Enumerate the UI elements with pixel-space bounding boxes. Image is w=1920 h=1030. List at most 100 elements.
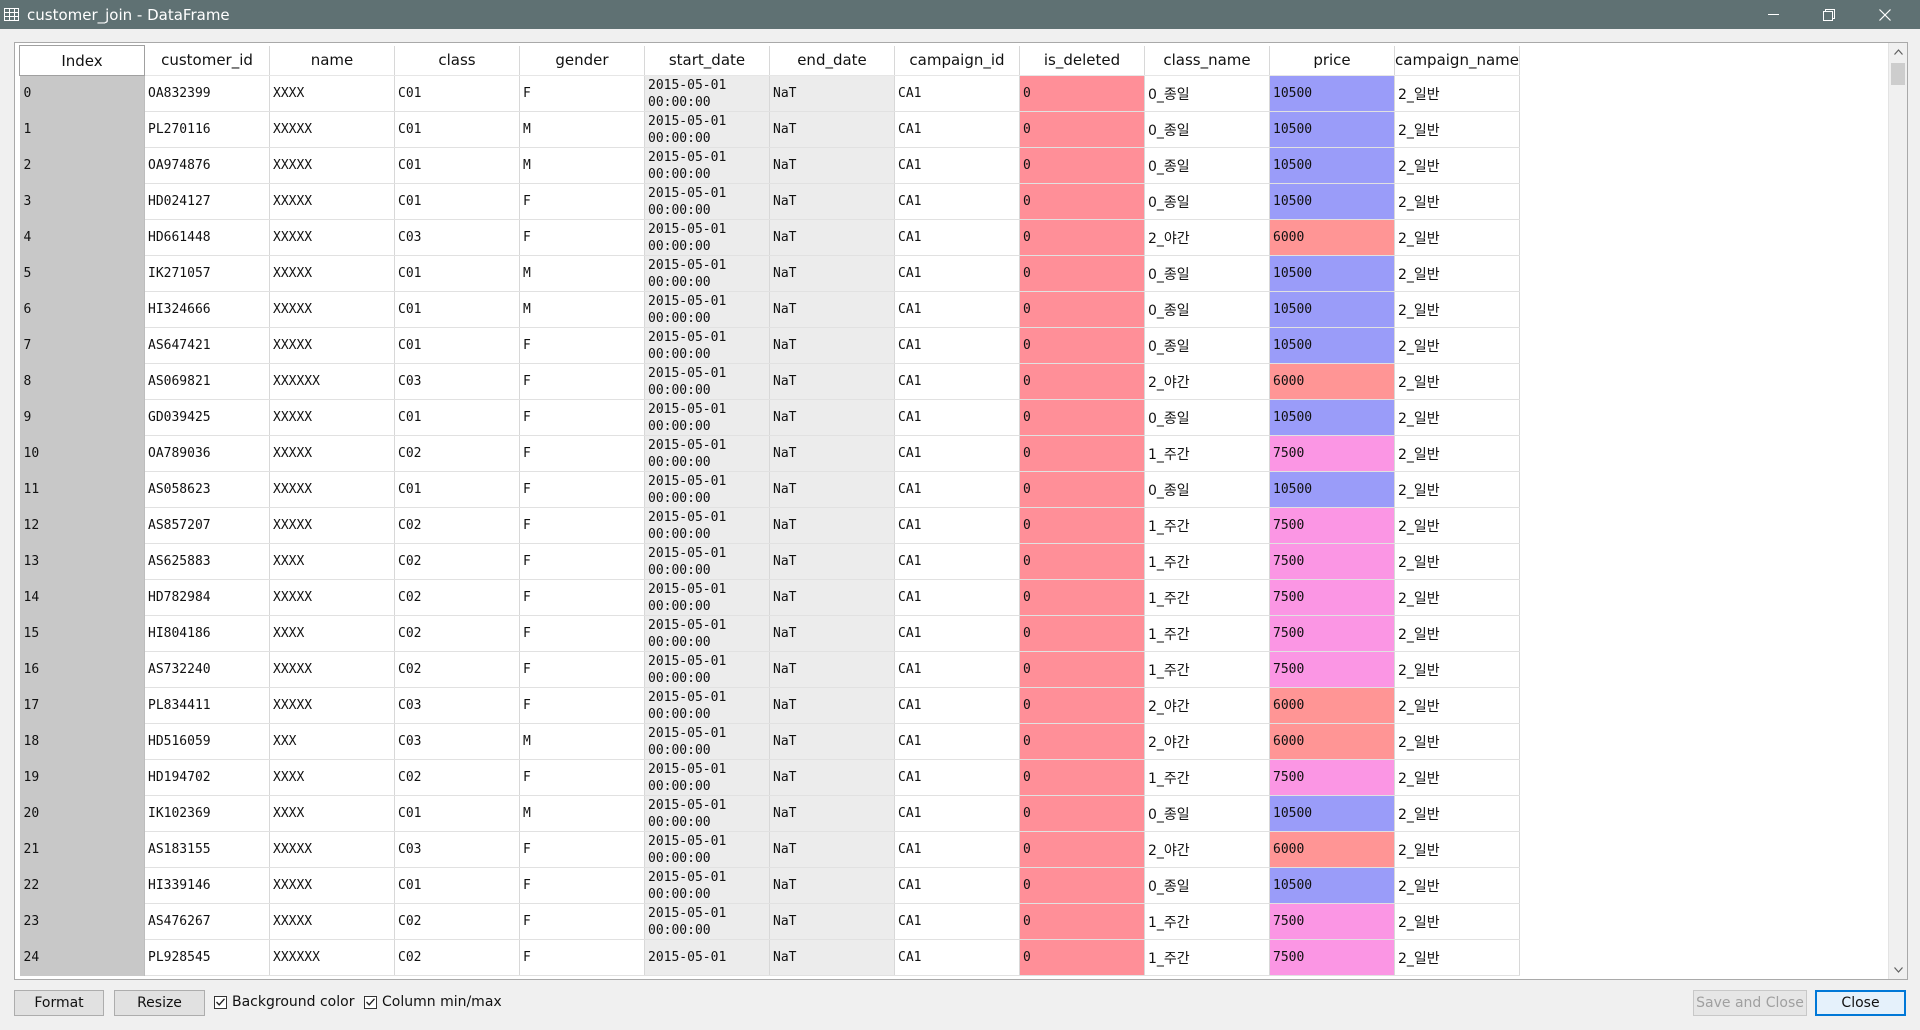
cell-index[interactable]: 17: [19, 687, 145, 724]
cell-index[interactable]: 22: [19, 867, 145, 904]
cell-customer-id[interactable]: IK102369: [144, 795, 270, 832]
cell-customer-id[interactable]: IK271057: [144, 255, 270, 292]
cell-is-deleted[interactable]: 0: [1019, 543, 1145, 580]
column-header-is-deleted[interactable]: is_deleted: [1019, 45, 1145, 76]
cell-class[interactable]: C02: [394, 939, 520, 976]
cell-end-date[interactable]: NaT: [769, 939, 895, 976]
cell-gender[interactable]: F: [519, 759, 645, 796]
scroll-down-arrow[interactable]: [1889, 961, 1907, 979]
cell-start-date[interactable]: 2015-05-01 00:00:00: [644, 723, 770, 760]
cell-campaign-name[interactable]: 2_일반: [1394, 831, 1520, 868]
cell-name[interactable]: XXXXX: [269, 831, 395, 868]
cell-index[interactable]: 23: [19, 903, 145, 940]
cell-campaign-id[interactable]: CA1: [894, 363, 1020, 400]
scroll-up-arrow[interactable]: [1889, 43, 1907, 61]
cell-start-date[interactable]: 2015-05-01 00:00:00: [644, 291, 770, 328]
cell-is-deleted[interactable]: 0: [1019, 183, 1145, 220]
cell-campaign-id[interactable]: CA1: [894, 651, 1020, 688]
cell-gender[interactable]: F: [519, 939, 645, 976]
cell-name[interactable]: XXXXXX: [269, 939, 395, 976]
cell-end-date[interactable]: NaT: [769, 615, 895, 652]
cell-name[interactable]: XXXX: [269, 759, 395, 796]
cell-class[interactable]: C02: [394, 903, 520, 940]
cell-end-date[interactable]: NaT: [769, 435, 895, 472]
cell-campaign-id[interactable]: CA1: [894, 471, 1020, 508]
column-minmax-checkbox[interactable]: Column min/max: [364, 994, 502, 1010]
cell-end-date[interactable]: NaT: [769, 759, 895, 796]
cell-name[interactable]: XXXX: [269, 543, 395, 580]
cell-is-deleted[interactable]: 0: [1019, 939, 1145, 976]
cell-gender[interactable]: F: [519, 363, 645, 400]
cell-price[interactable]: 10500: [1269, 255, 1395, 292]
cell-class[interactable]: C01: [394, 795, 520, 832]
table-row[interactable]: 14 HD782984 XXXXX C02 F 2015-05-01 00:00:00 Na…: [19, 579, 1520, 616]
cell-campaign-id[interactable]: CA1: [894, 147, 1020, 184]
cell-price[interactable]: 10500: [1269, 147, 1395, 184]
cell-customer-id[interactable]: HD782984: [144, 579, 270, 616]
cell-start-date[interactable]: 2015-05-01 00:00:00: [644, 255, 770, 292]
cell-index[interactable]: 15: [19, 615, 145, 652]
cell-class-name[interactable]: 2_야간: [1144, 363, 1270, 400]
cell-gender[interactable]: M: [519, 255, 645, 292]
cell-customer-id[interactable]: AS183155: [144, 831, 270, 868]
cell-campaign-id[interactable]: CA1: [894, 507, 1020, 544]
table-row[interactable]: 3 HD024127 XXXXX C01 F 2015-05-01 00:00:00 NaT…: [19, 183, 1520, 220]
cell-index[interactable]: 21: [19, 831, 145, 868]
cell-price[interactable]: 10500: [1269, 867, 1395, 904]
cell-start-date[interactable]: 2015-05-01 00:00:00: [644, 651, 770, 688]
cell-end-date[interactable]: NaT: [769, 687, 895, 724]
cell-name[interactable]: XXXXX: [269, 291, 395, 328]
cell-is-deleted[interactable]: 0: [1019, 327, 1145, 364]
table-row[interactable]: 20 IK102369 XXXX C01 M 2015-05-01 00:00:00 NaT…: [19, 795, 1520, 832]
format-button[interactable]: Format: [14, 990, 104, 1016]
cell-class-name[interactable]: 0_종일: [1144, 327, 1270, 364]
cell-is-deleted[interactable]: 0: [1019, 831, 1145, 868]
cell-class-name[interactable]: 1_주간: [1144, 759, 1270, 796]
table-row[interactable]: 15 HI804186 XXXX C02 F 2015-05-01 00:00:00 NaT…: [19, 615, 1520, 652]
cell-campaign-id[interactable]: CA1: [894, 831, 1020, 868]
cell-index[interactable]: 7: [19, 327, 145, 364]
cell-name[interactable]: XXXXX: [269, 327, 395, 364]
cell-customer-id[interactable]: AS476267: [144, 903, 270, 940]
cell-index[interactable]: 4: [19, 219, 145, 256]
cell-customer-id[interactable]: PL834411: [144, 687, 270, 724]
cell-class-name[interactable]: 0_종일: [1144, 291, 1270, 328]
cell-index[interactable]: 14: [19, 579, 145, 616]
cell-gender[interactable]: F: [519, 219, 645, 256]
background-color-checkbox[interactable]: Background color: [214, 994, 354, 1010]
cell-start-date[interactable]: 2015-05-01 00:00:00: [644, 363, 770, 400]
cell-is-deleted[interactable]: 0: [1019, 147, 1145, 184]
cell-end-date[interactable]: NaT: [769, 291, 895, 328]
cell-customer-id[interactable]: OA974876: [144, 147, 270, 184]
cell-start-date[interactable]: 2015-05-01 00:00:00: [644, 219, 770, 256]
cell-gender[interactable]: M: [519, 723, 645, 760]
cell-index[interactable]: 3: [19, 183, 145, 220]
cell-campaign-name[interactable]: 2_일반: [1394, 507, 1520, 544]
table-row[interactable]: 4 HD661448 XXXXX C03 F 2015-05-01 00:00:00 NaT…: [19, 219, 1520, 256]
cell-campaign-id[interactable]: CA1: [894, 435, 1020, 472]
cell-class-name[interactable]: 0_종일: [1144, 399, 1270, 436]
cell-name[interactable]: XXXXX: [269, 255, 395, 292]
cell-customer-id[interactable]: HD194702: [144, 759, 270, 796]
cell-name[interactable]: XXXXX: [269, 183, 395, 220]
cell-class[interactable]: C02: [394, 579, 520, 616]
vertical-scrollbar[interactable]: [1888, 43, 1907, 979]
cell-name[interactable]: XXXXX: [269, 471, 395, 508]
cell-is-deleted[interactable]: 0: [1019, 255, 1145, 292]
column-header-class[interactable]: class: [394, 45, 520, 76]
cell-price[interactable]: 10500: [1269, 183, 1395, 220]
cell-campaign-name[interactable]: 2_일반: [1394, 903, 1520, 940]
cell-class[interactable]: C02: [394, 651, 520, 688]
table-row[interactable]: 7 AS647421 XXXXX C01 F 2015-05-01 00:00:00 NaT…: [19, 327, 1520, 364]
cell-class-name[interactable]: 1_주간: [1144, 939, 1270, 976]
cell-gender[interactable]: F: [519, 543, 645, 580]
cell-campaign-name[interactable]: 2_일반: [1394, 687, 1520, 724]
cell-start-date[interactable]: 2015-05-01 00:00:00: [644, 687, 770, 724]
cell-class-name[interactable]: 0_종일: [1144, 795, 1270, 832]
cell-price[interactable]: 7500: [1269, 435, 1395, 472]
cell-index[interactable]: 13: [19, 543, 145, 580]
cell-campaign-name[interactable]: 2_일반: [1394, 399, 1520, 436]
table-row[interactable]: 0 OA832399 XXXX C01 F 2015-05-01 00:00:00 NaT C…: [19, 75, 1520, 112]
cell-index[interactable]: 24: [19, 939, 145, 976]
cell-is-deleted[interactable]: 0: [1019, 867, 1145, 904]
